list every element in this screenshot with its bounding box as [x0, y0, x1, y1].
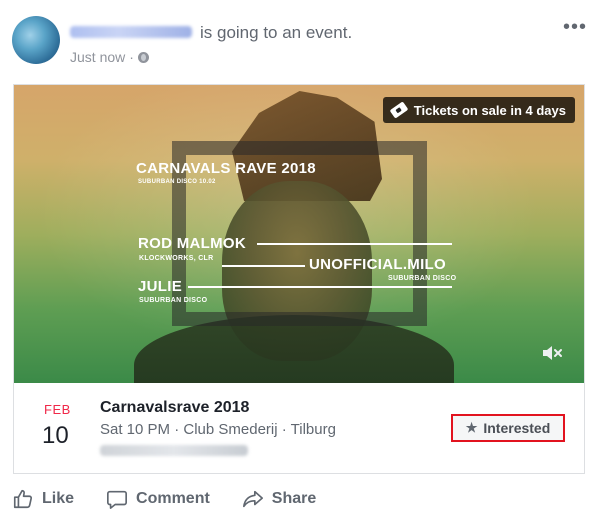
event-card: CARNAVALS RAVE 2018 SUBURBAN DISCO 10.02… — [13, 84, 585, 474]
like-label: Like — [42, 490, 75, 507]
event-details: FEB 10 Carnavalsrave 2018 Sat 10 PM · Cl… — [14, 383, 584, 473]
event-date-month: FEB — [44, 402, 71, 417]
post-time: Just now · — [70, 49, 149, 65]
event-meta: Sat 10 PM · Club Smederij · Tilburg — [100, 421, 336, 438]
event-extra-redacted — [100, 445, 248, 456]
mute-svg — [543, 346, 562, 360]
ticket-icon — [389, 101, 409, 119]
lineup-sub-2: SUBURBAN DISCO — [388, 275, 457, 282]
post-action-text: is going to an event. — [200, 23, 353, 42]
interested-label: Interested — [483, 420, 551, 436]
comment-button[interactable]: Comment — [106, 488, 210, 510]
lineup-name-2: UNOFFICIAL.MILO — [309, 256, 446, 273]
globe-icon — [137, 51, 149, 63]
comment-icon — [107, 490, 128, 509]
post-header: is going to an event. Just now · ••• — [12, 16, 587, 72]
comment-label: Comment — [136, 490, 210, 507]
interested-button[interactable]: ★ Interested — [451, 414, 565, 442]
event-date-day: 10 — [42, 422, 69, 449]
lineup-sub-1: KLOCKWORKS, CLR — [139, 255, 214, 262]
mute-icon[interactable] — [542, 345, 564, 365]
event-cover-image[interactable]: CARNAVALS RAVE 2018 SUBURBAN DISCO 10.02… — [14, 85, 584, 383]
post-time-label[interactable]: Just now — [70, 49, 125, 65]
poster-title: CARNAVALS RAVE 2018 — [136, 160, 316, 177]
share-button[interactable]: Share — [242, 488, 316, 510]
star-icon: ★ — [465, 420, 478, 435]
like-icon — [13, 489, 33, 509]
more-options-icon[interactable]: ••• — [563, 17, 587, 37]
lineup-line-1 — [257, 243, 452, 245]
post-actions: Like Comment Share — [12, 484, 587, 514]
ticket-sale-label: Tickets on sale in 4 days — [413, 102, 566, 118]
avatar[interactable] — [12, 16, 60, 64]
share-icon — [242, 490, 263, 508]
like-button[interactable]: Like — [12, 488, 74, 510]
author-name-redacted[interactable] — [70, 26, 192, 38]
lineup-name-3: JULIE — [138, 278, 183, 295]
lineup-line-3 — [188, 286, 452, 288]
lineup-line-2 — [222, 265, 305, 267]
ticket-sale-badge[interactable]: Tickets on sale in 4 days — [382, 97, 575, 123]
lineup-name-1: ROD MALMOK — [138, 235, 246, 252]
share-label: Share — [271, 490, 317, 507]
lineup-sub-3: SUBURBAN DISCO — [139, 297, 208, 304]
poster-subtitle: SUBURBAN DISCO 10.02 — [138, 179, 216, 185]
time-separator: · — [129, 49, 134, 65]
event-title[interactable]: Carnavalsrave 2018 — [100, 399, 249, 417]
